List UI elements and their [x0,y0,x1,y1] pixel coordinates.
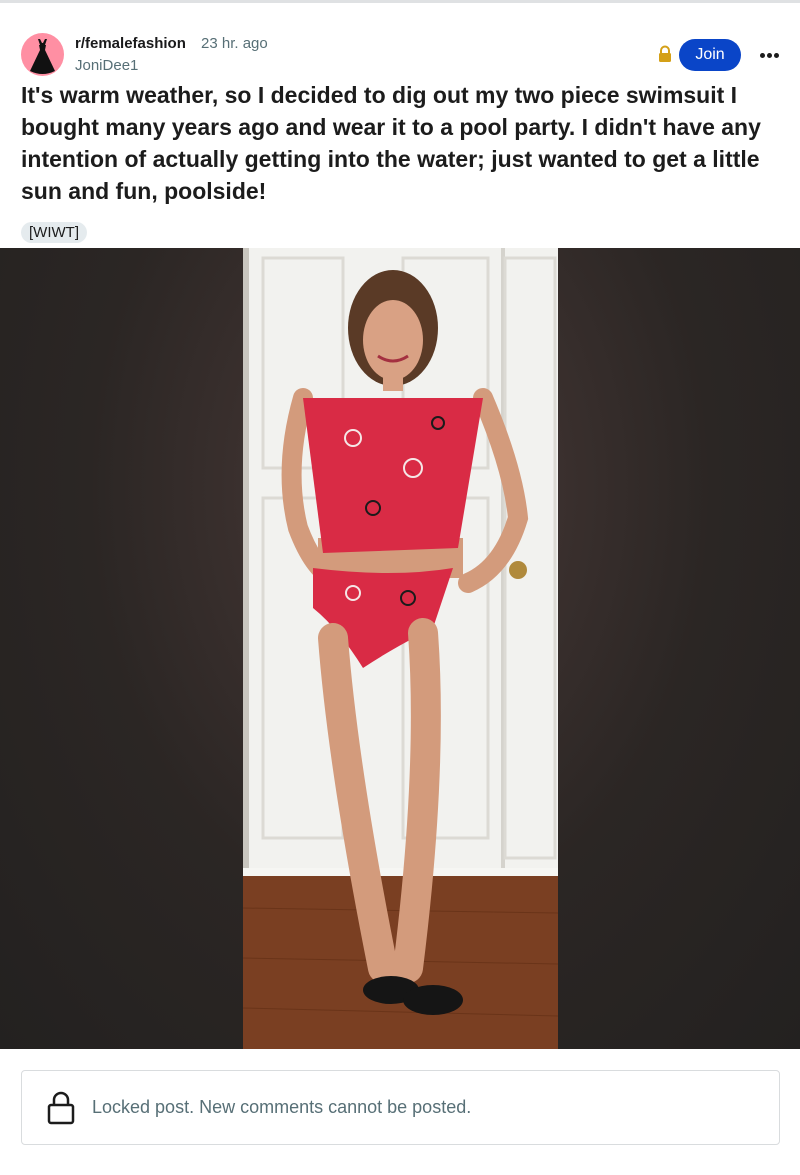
locked-post-notice: Locked post. New comments cannot be post… [21,1070,780,1145]
subreddit-avatar[interactable] [21,33,64,76]
lock-icon [659,45,671,62]
post-title[interactable]: It's warm weather, so I decided to dig o… [21,79,781,207]
dress-icon [30,39,55,74]
subreddit-name[interactable]: r/femalefashion [75,35,186,52]
post-flair[interactable]: [WIWT] [21,222,87,243]
post-author[interactable]: JoniDee1 [75,57,138,74]
locked-post-message: Locked post. New comments cannot be post… [92,1097,472,1117]
top-divider [0,0,800,3]
post-media[interactable] [0,248,800,1049]
join-button[interactable]: Join [679,39,741,71]
post-photo[interactable] [243,248,558,1049]
post-timestamp: 23 hr. ago [201,35,268,52]
more-options-icon[interactable] [757,43,781,67]
post-header: r/femalefashion 23 hr. ago JoniDee1 Join [21,33,781,77]
locked-post-lock-icon [47,1091,75,1125]
